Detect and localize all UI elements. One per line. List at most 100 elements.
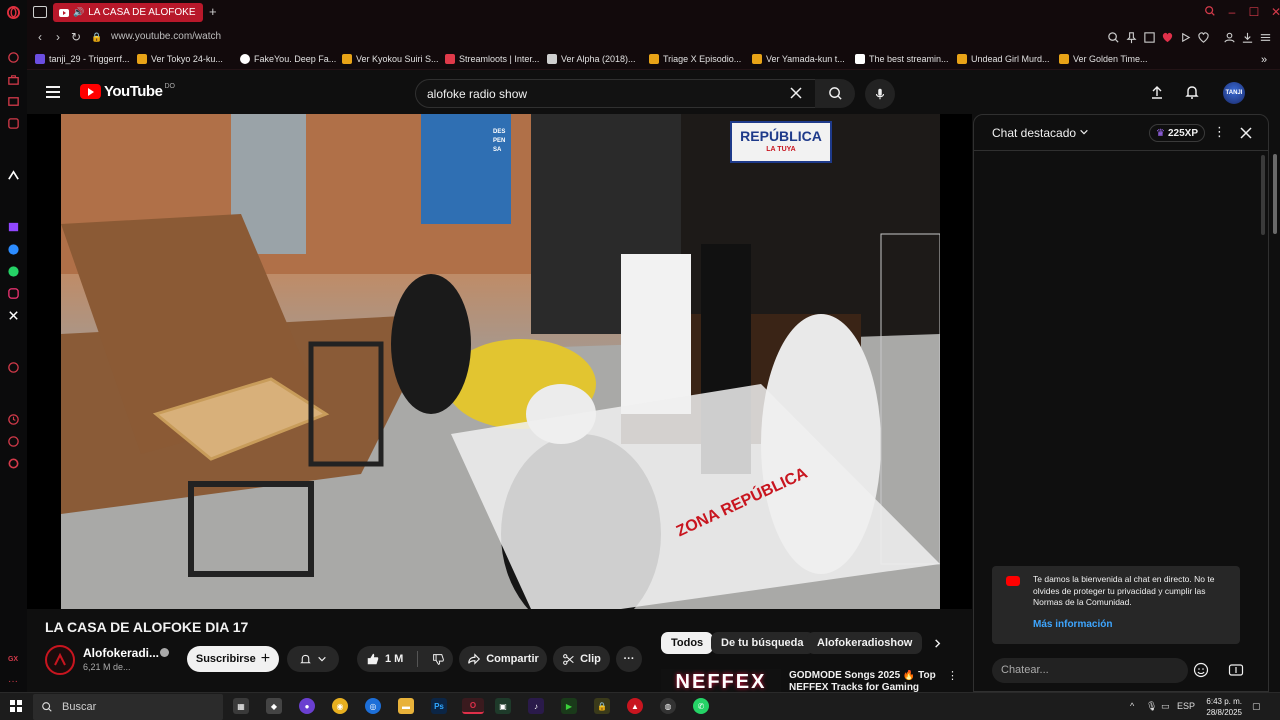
app-cube-icon[interactable]: ◆ — [266, 698, 282, 714]
clear-search-icon[interactable] — [789, 86, 803, 100]
maximize-button[interactable]: ☐ — [1247, 5, 1261, 19]
cast-icon[interactable] — [1179, 31, 1192, 44]
whatsapp-icon[interactable] — [6, 264, 20, 278]
twitch-icon[interactable] — [6, 220, 20, 234]
more-icon[interactable]: ··· — [6, 675, 20, 689]
windows-start-icon[interactable] — [10, 700, 22, 712]
player-icon[interactable] — [6, 116, 20, 130]
bookmark-item[interactable]: FakeYou. Deep Fa... — [240, 54, 336, 64]
guide-menu-icon[interactable] — [46, 86, 60, 98]
chat-input[interactable]: Chatear... — [992, 658, 1188, 683]
search-button[interactable] — [815, 79, 855, 108]
discord-icon[interactable]: ● — [299, 698, 315, 714]
chip-channel[interactable]: Alofokeradioshow — [807, 632, 923, 654]
file-explorer-icon[interactable]: ▬ — [398, 698, 414, 714]
thumbs-down-icon[interactable] — [432, 653, 445, 666]
chips-next-icon[interactable] — [932, 636, 943, 654]
extensions-icon[interactable] — [6, 434, 20, 448]
aria-ai-icon[interactable] — [6, 168, 20, 182]
recommendation-menu-icon[interactable]: ⋮ — [947, 669, 958, 682]
podcast-icon[interactable]: ♪ — [528, 698, 544, 714]
aria-icon[interactable] — [6, 50, 20, 64]
taskbar-search[interactable]: Buscar — [33, 694, 223, 720]
opera-logo-icon[interactable] — [6, 5, 20, 19]
bookmark-item[interactable]: Ver Yamada-kun t... — [752, 54, 845, 64]
microphone-tray-icon[interactable]: 🎙 — [1146, 701, 1157, 712]
close-window-button[interactable]: ✕ — [1269, 5, 1280, 19]
chat-menu-icon[interactable]: ⋮ — [1213, 124, 1226, 140]
back-button[interactable]: ‹ — [33, 30, 47, 44]
snapshot-icon[interactable] — [1143, 31, 1156, 44]
user-avatar[interactable]: TANJI — [1223, 82, 1245, 104]
bookmark-item[interactable]: Streamloots | Inter... — [445, 54, 539, 64]
bookmark-item[interactable]: Ver Alpha (2018)... — [547, 54, 636, 64]
minimize-button[interactable]: – — [1225, 5, 1239, 19]
new-tab-button[interactable]: + — [209, 4, 217, 19]
tab-active[interactable]: 🔊 LA CASA DE ALOFOKE — [53, 3, 203, 22]
edge-icon[interactable]: ◎ — [365, 698, 381, 714]
bookmark-item[interactable]: Ver Golden Time... — [1059, 54, 1148, 64]
download-icon[interactable] — [1241, 31, 1254, 44]
forward-button[interactable]: › — [51, 30, 65, 44]
search-input[interactable] — [427, 80, 767, 107]
alofoke-app-icon[interactable]: ▲ — [627, 698, 643, 714]
subscribe-button[interactable]: Suscribirse + — [187, 646, 279, 672]
play-app-icon[interactable]: ▶ — [561, 698, 577, 714]
messenger-icon[interactable] — [6, 242, 20, 256]
chip-all[interactable]: Todos — [661, 632, 714, 654]
language-indicator[interactable]: ESP — [1177, 701, 1195, 711]
gx-icon[interactable]: GX — [6, 653, 20, 667]
bookmark-item[interactable]: Triage X Episodio... — [649, 54, 741, 64]
mail-icon[interactable] — [6, 94, 20, 108]
instagram-icon[interactable] — [6, 286, 20, 300]
app-icon-store[interactable]: ▣ — [495, 698, 511, 714]
search-tabs-icon[interactable] — [1203, 5, 1217, 19]
favorite-heart-icon[interactable] — [1197, 31, 1210, 44]
lock-app-icon[interactable]: 🔒 — [594, 698, 610, 714]
voice-search-button[interactable] — [865, 79, 895, 109]
bookmarks-overflow-icon[interactable]: » — [1261, 54, 1267, 66]
close-chat-icon[interactable] — [1239, 126, 1253, 145]
chrome-icon[interactable]: ◉ — [332, 698, 348, 714]
like-button[interactable]: 1 M — [357, 646, 453, 672]
channel-avatar[interactable] — [45, 645, 75, 675]
clip-button[interactable]: Clip — [553, 646, 610, 672]
youtube-logo[interactable]: YouTube DO — [80, 83, 175, 100]
bookmark-item[interactable]: Ver Kyokou Suiri S... — [342, 54, 439, 64]
menu-icon[interactable] — [1259, 31, 1272, 44]
emoji-icon[interactable] — [1193, 662, 1209, 683]
opera-gx-icon[interactable]: O — [462, 698, 484, 714]
reload-button[interactable]: ↻ — [69, 30, 83, 44]
more-actions-button[interactable]: ··· — [616, 646, 642, 672]
tab-menu-icon[interactable] — [33, 6, 47, 18]
x-twitter-icon[interactable] — [6, 308, 20, 322]
notifications-toggle[interactable] — [287, 646, 339, 672]
zoom-icon[interactable] — [1107, 31, 1120, 44]
bag-icon[interactable] — [6, 72, 20, 86]
chat-mode-selector[interactable]: Chat destacado — [992, 126, 1089, 140]
add-icon[interactable] — [6, 360, 20, 374]
network-tray-icon[interactable]: ▭ — [1161, 701, 1170, 712]
tray-chevron-icon[interactable]: ^ — [1130, 701, 1134, 711]
bookmark-item[interactable]: tanji_29 - Triggerrf... — [35, 54, 130, 64]
chip-from-search[interactable]: De tu búsqueda — [711, 632, 814, 654]
settings-icon[interactable] — [6, 456, 20, 470]
lock-icon[interactable]: 🔒 — [90, 30, 104, 44]
whatsapp-icon[interactable]: ✆ — [693, 698, 709, 714]
speaker-icon[interactable]: 🔊 — [73, 7, 84, 18]
shield-heart-icon[interactable] — [1161, 31, 1174, 44]
url-text[interactable]: www.youtube.com/watch — [111, 31, 221, 42]
account-icon[interactable] — [1223, 31, 1236, 44]
video-player[interactable]: REPÚBLICA LA TUYA ZONA REPÚBLICA DES PEN… — [27, 114, 972, 609]
bookmark-item[interactable]: The best streamin... — [855, 54, 949, 64]
learn-more-link[interactable]: Más información — [1033, 619, 1112, 630]
channel-name[interactable]: Alofokeradi... — [83, 646, 159, 660]
super-chat-icon[interactable] — [1228, 662, 1244, 683]
taskbar-clock[interactable]: 6:43 p. m. 28/8/2025 — [1200, 696, 1242, 718]
pin-icon[interactable] — [1125, 31, 1138, 44]
page-scrollbar-thumb[interactable] — [1273, 154, 1277, 234]
history-icon[interactable] — [6, 412, 20, 426]
recommendation-thumbnail[interactable]: NEFFEX — [661, 669, 781, 692]
chat-scrollbar[interactable] — [1261, 155, 1265, 235]
upload-icon[interactable] — [1149, 84, 1165, 100]
